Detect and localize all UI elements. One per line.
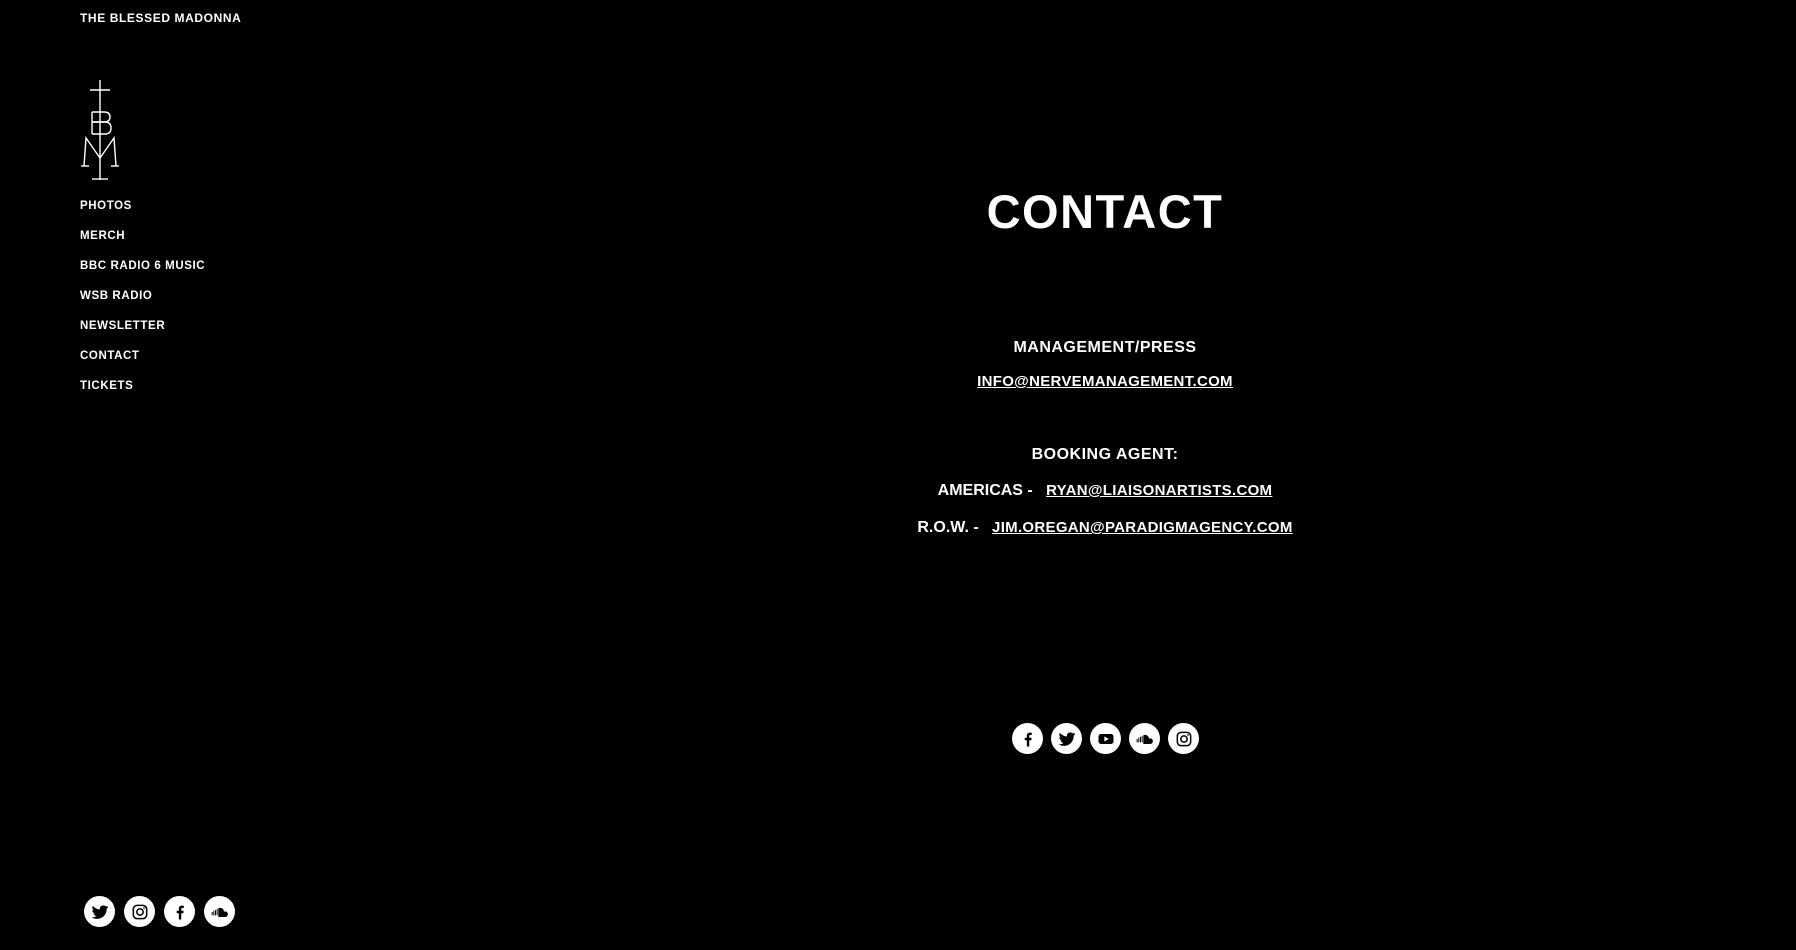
row-row: R.O.W. - JIM.OREGAN@PARADIGMAGENCY.COM (860, 518, 1350, 538)
row-label: R.O.W. - (917, 519, 979, 536)
instagram-icon (1176, 731, 1191, 746)
nav-item-bbc-radio-6-music: BBC RADIO 6 MUSIC (80, 256, 205, 286)
twitter-icon (1058, 731, 1075, 746)
main-twitter-button[interactable] (1051, 723, 1082, 754)
instagram-icon (132, 904, 147, 919)
nav-item-tickets: TICKETS (80, 376, 205, 406)
nav-item-wsb-radio: WSB RADIO (80, 286, 205, 316)
nav-item-merch: MERCH (80, 226, 205, 256)
tbm-logo[interactable] (80, 80, 120, 180)
main-soundcloud-button[interactable] (1129, 723, 1160, 754)
sidebar-instagram-button[interactable] (124, 896, 155, 927)
youtube-icon (1098, 733, 1113, 744)
nav-item-contact: CONTACT (80, 346, 205, 376)
nav-link-wsb-radio[interactable]: WSB RADIO (80, 290, 152, 302)
main-facebook-button[interactable] (1012, 723, 1043, 754)
nav-link-merch[interactable]: MERCH (80, 230, 125, 242)
facebook-icon (176, 905, 184, 919)
nav-link-bbc-radio-6-music[interactable]: BBC RADIO 6 MUSIC (80, 260, 205, 272)
sidebar-social-links (84, 896, 235, 927)
contact-section: CONTACT MANAGEMENT/PRESS INFO@NERVEMANAG… (860, 180, 1350, 538)
management-label: MANAGEMENT/PRESS (1013, 339, 1197, 356)
site-title[interactable]: THE BLESSED MADONNA (80, 11, 241, 25)
nav-link-tickets[interactable]: TICKETS (80, 380, 133, 392)
americas-row: AMERICAS - RYAN@LIAISONARTISTS.COM (860, 481, 1350, 501)
facebook-icon (1024, 732, 1032, 746)
soundcloud-icon (211, 907, 228, 917)
americas-label: AMERICAS - (937, 482, 1033, 499)
sidebar-facebook-button[interactable] (164, 896, 195, 927)
page-title: CONTACT (986, 185, 1224, 238)
booking-agent-label: BOOKING AGENT: (1031, 446, 1179, 463)
page: THE BLESSED MADONNA PHOTOS MERCH BBC RAD… (0, 0, 1796, 950)
main-nav: PHOTOS MERCH BBC RADIO 6 MUSIC WSB RADIO… (80, 196, 205, 406)
row-email-link[interactable]: JIM.OREGAN@PARADIGMAGENCY.COM (992, 519, 1293, 536)
soundcloud-icon (1136, 734, 1153, 744)
nav-link-photos[interactable]: PHOTOS (80, 200, 132, 212)
nav-link-newsletter[interactable]: NEWSLETTER (80, 320, 165, 332)
nav-item-photos: PHOTOS (80, 196, 205, 226)
management-email-link[interactable]: INFO@NERVEMANAGEMENT.COM (977, 373, 1233, 390)
twitter-icon (91, 904, 108, 919)
nav-item-newsletter: NEWSLETTER (80, 316, 205, 346)
americas-email-link[interactable]: RYAN@LIAISONARTISTS.COM (1046, 482, 1272, 499)
main-social-links (1012, 723, 1199, 754)
main-youtube-button[interactable] (1090, 723, 1121, 754)
sidebar-twitter-button[interactable] (84, 896, 115, 927)
nav-link-contact[interactable]: CONTACT (80, 350, 140, 362)
sidebar-soundcloud-button[interactable] (204, 896, 235, 927)
main-instagram-button[interactable] (1168, 723, 1199, 754)
